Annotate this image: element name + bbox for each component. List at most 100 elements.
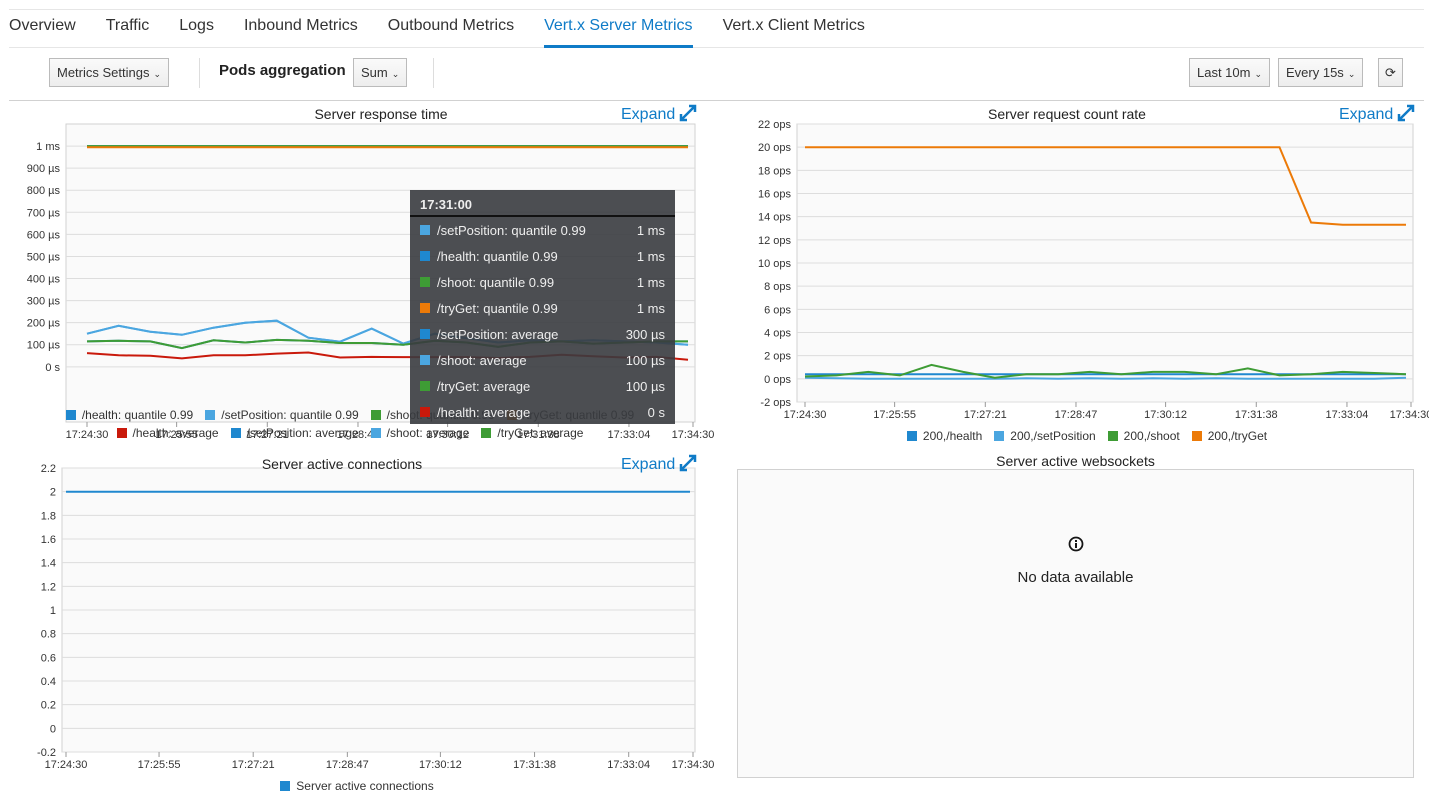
- x-tick-label: 17:30:12: [419, 759, 462, 771]
- y-tick-label: 600 µs: [27, 229, 61, 241]
- legend-swatch: [65, 410, 76, 420]
- y-tick-label: 0 s: [45, 362, 60, 374]
- y-tick-label: 4 ops: [764, 328, 791, 340]
- legend-swatch: [280, 781, 291, 791]
- legend-item[interactable]: /health: quantile 0.99: [65, 408, 194, 422]
- legend-item[interactable]: 200,/tryGet: [1191, 429, 1268, 443]
- expand-icon: [680, 104, 697, 122]
- legend-label: /health: quantile 0.99: [81, 408, 194, 422]
- tooltip-row: /shoot: average 100 µs: [410, 347, 675, 373]
- x-tick-label: 17:33:04: [607, 759, 650, 771]
- legend-label: /shoot: average: [386, 426, 470, 440]
- expand-link[interactable]: Expand: [621, 104, 697, 124]
- y-tick-label: 1 ms: [36, 141, 60, 153]
- tooltip-value: 0 s: [647, 404, 665, 420]
- x-tick-label: 17:25:55: [138, 759, 181, 771]
- tooltip-series: /shoot: quantile 0.99: [437, 274, 555, 290]
- y-tick-label: 14 ops: [758, 212, 792, 224]
- y-tick-label: 6 ops: [764, 304, 791, 316]
- legend-item[interactable]: 200,/setPosition: [994, 429, 1096, 443]
- tooltip-series: /health: average: [437, 404, 531, 420]
- tooltip-row: /tryGet: quantile 0.99 1 ms: [410, 295, 675, 321]
- expand-link[interactable]: Expand: [621, 454, 697, 474]
- chart-legend: 200,/health 200,/setPosition 200,/shoot 200…: [797, 429, 1377, 443]
- tooltip-swatch: [420, 251, 430, 261]
- x-tick-label: 17:25:55: [873, 409, 916, 421]
- legend-swatch: [1107, 431, 1118, 441]
- tooltip-row: /health: average 0 s: [410, 399, 675, 425]
- no-data-panel: No data available: [737, 469, 1414, 778]
- y-tick-label: 1.4: [41, 558, 56, 570]
- tooltip-swatch: [420, 329, 430, 339]
- x-tick-label: 17:28:47: [326, 759, 369, 771]
- tooltip-value: 100 µs: [625, 352, 665, 368]
- x-tick-label: 17:27:21: [964, 409, 1007, 421]
- tooltip-row: /setPosition: average 300 µs: [410, 321, 675, 347]
- legend-label: Server active connections: [296, 779, 434, 793]
- x-tick-label: 17:30:12: [1144, 409, 1187, 421]
- tooltip-row: /tryGet: average 100 µs: [410, 373, 675, 399]
- expand-link[interactable]: Expand: [1339, 104, 1415, 124]
- expand-icon: [1398, 104, 1415, 122]
- no-data-message: No data available: [1017, 569, 1134, 586]
- y-tick-label: 800 µs: [27, 185, 61, 197]
- tooltip-swatch: [420, 355, 430, 365]
- legend-label: 200,/tryGet: [1207, 429, 1268, 443]
- tooltip-series: /tryGet: average: [437, 378, 531, 394]
- tooltip-swatch: [420, 303, 430, 313]
- y-tick-label: 8 ops: [764, 281, 791, 293]
- legend-swatch: [230, 428, 241, 438]
- legend-swatch: [994, 431, 1005, 441]
- x-tick-label: 17:24:30: [784, 409, 827, 421]
- x-tick-label: 17:31:38: [1235, 409, 1278, 421]
- y-tick-label: 2 ops: [764, 351, 791, 363]
- tooltip-value: 1 ms: [636, 248, 665, 264]
- y-tick-label: 12 ops: [758, 235, 792, 247]
- tooltip-series: /tryGet: quantile 0.99: [437, 300, 558, 316]
- legend-item[interactable]: /setPosition: average: [230, 426, 359, 440]
- chart-title: Server active websockets: [996, 453, 1155, 469]
- legend-label: /tryGet: average: [497, 426, 584, 440]
- y-tick-label: 0 ops: [764, 374, 791, 386]
- chart-legend: Server active connections: [62, 779, 652, 793]
- tooltip-value: 1 ms: [636, 274, 665, 290]
- legend-item[interactable]: Server active connections: [280, 779, 434, 793]
- y-tick-label: 1.6: [41, 534, 56, 546]
- x-tick-label: 17:34:30: [1390, 409, 1429, 421]
- legend-item[interactable]: /setPosition: quantile 0.99: [205, 408, 359, 422]
- legend-item[interactable]: 200,/health: [906, 429, 982, 443]
- chart-title: Server response time: [314, 106, 448, 122]
- legend-label: /health: average: [132, 426, 219, 440]
- y-tick-label: 0: [50, 723, 56, 735]
- y-tick-label: 0.4: [41, 676, 56, 688]
- expand-icon: [680, 454, 697, 472]
- tooltip-series: /shoot: average: [437, 352, 527, 368]
- legend-item[interactable]: /shoot: average: [370, 426, 470, 440]
- tooltip-series: /health: quantile 0.99: [437, 248, 558, 264]
- tooltip-row: /setPosition: quantile 0.99 1 ms: [410, 217, 675, 243]
- y-tick-label: 300 µs: [27, 296, 61, 308]
- y-tick-label: 2: [50, 487, 56, 499]
- y-tick-label: 2.2: [41, 463, 56, 475]
- legend-label: 200,/setPosition: [1010, 429, 1096, 443]
- legend-swatch: [116, 428, 127, 438]
- y-tick-label: 700 µs: [27, 207, 61, 219]
- legend-item[interactable]: 200,/shoot: [1107, 429, 1180, 443]
- y-tick-label: 0.8: [41, 629, 56, 641]
- tooltip-time: 17:31:00: [410, 190, 675, 217]
- legend-item[interactable]: /tryGet: average: [481, 426, 583, 440]
- y-tick-label: 100 µs: [27, 340, 61, 352]
- legend-item[interactable]: /health: average: [116, 426, 219, 440]
- tooltip-swatch: [420, 225, 430, 235]
- legend-swatch: [906, 431, 917, 441]
- tooltip-swatch: [420, 277, 430, 287]
- x-tick-label: 17:34:30: [672, 759, 715, 771]
- y-tick-label: 1.8: [41, 510, 56, 522]
- chart-1: -2 ops 0 ops 2 ops 4 ops 6 ops 8 ops 10 ops 12 …: [758, 119, 1429, 421]
- legend-label: 200,/shoot: [1123, 429, 1180, 443]
- tooltip-swatch: [420, 407, 430, 417]
- x-tick-label: 17:28:47: [1055, 409, 1098, 421]
- y-tick-label: 20 ops: [758, 142, 792, 154]
- tooltip-series: /setPosition: average: [437, 326, 559, 342]
- y-tick-label: 10 ops: [758, 258, 792, 270]
